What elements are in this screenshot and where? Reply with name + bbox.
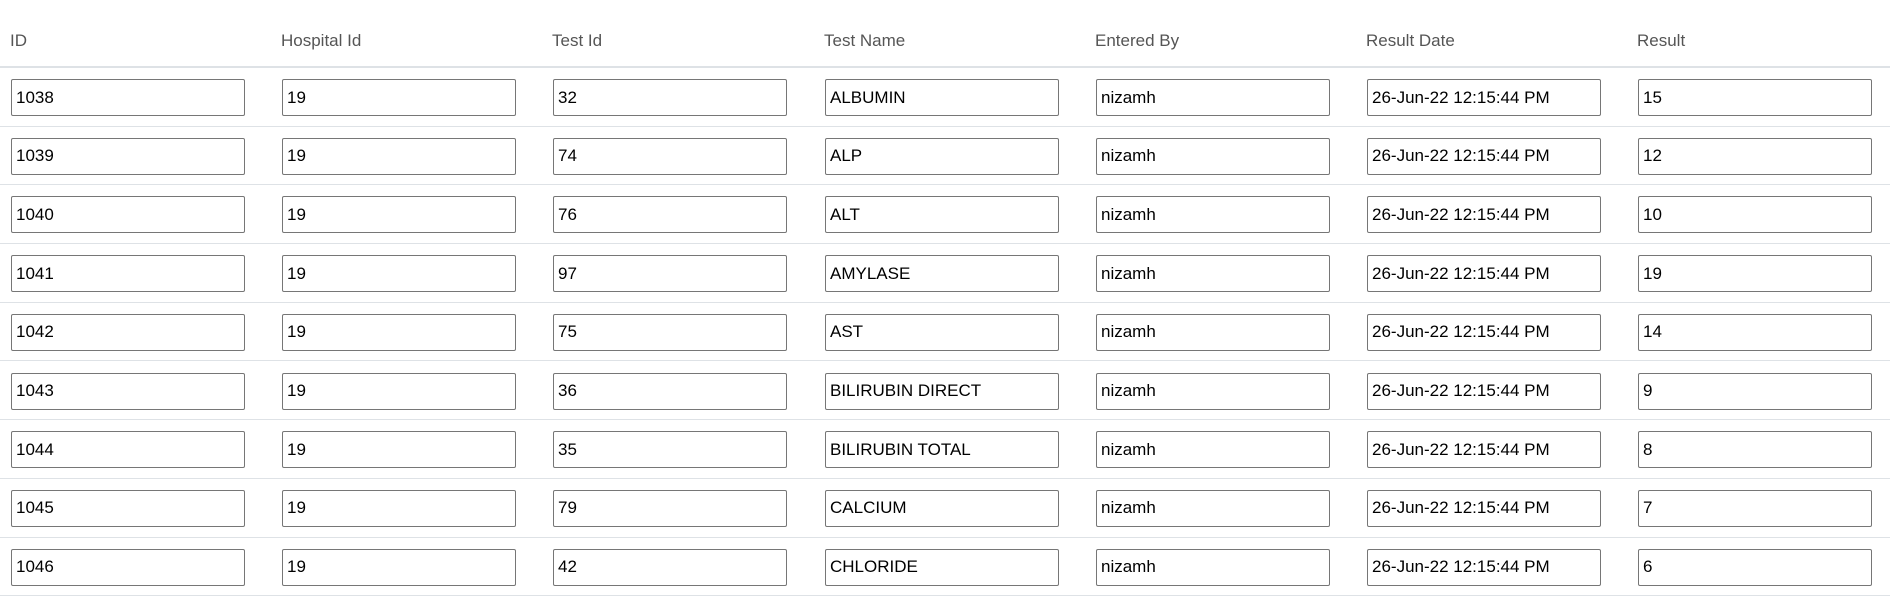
test-id-field[interactable] (553, 137, 787, 175)
hospital-id-field[interactable] (282, 196, 516, 234)
test-name-field[interactable] (825, 313, 1059, 351)
id-field[interactable] (11, 137, 245, 175)
test-name-field[interactable] (825, 137, 1059, 175)
id-field[interactable] (11, 372, 245, 410)
result-date-field[interactable] (1367, 372, 1601, 410)
test-name-field[interactable] (825, 489, 1059, 527)
table-row (0, 479, 1890, 538)
id-field[interactable] (11, 196, 245, 234)
result-field[interactable] (1638, 137, 1872, 175)
table-header: ID Hospital Id Test Id Test Name Entered… (0, 0, 1890, 68)
result-field[interactable] (1638, 548, 1872, 586)
result-date-field[interactable] (1367, 137, 1601, 175)
test-name-field[interactable] (825, 431, 1059, 469)
result-field[interactable] (1638, 196, 1872, 234)
result-date-field[interactable] (1367, 489, 1601, 527)
id-field[interactable] (11, 255, 245, 293)
test-id-field[interactable] (553, 255, 787, 293)
column-header-hospital-id: Hospital Id (281, 31, 362, 50)
test-id-field[interactable] (553, 196, 787, 234)
entered-by-field[interactable] (1096, 313, 1330, 351)
column-header-result: Result (1637, 31, 1686, 50)
id-field[interactable] (11, 489, 245, 527)
table-row (0, 362, 1890, 421)
hospital-id-field[interactable] (282, 137, 516, 175)
result-field[interactable] (1638, 489, 1872, 527)
id-field[interactable] (11, 79, 245, 116)
column-header-entered-by: Entered By (1095, 31, 1180, 50)
table-row (0, 244, 1890, 303)
test-id-field[interactable] (553, 313, 787, 351)
hospital-id-field[interactable] (282, 313, 516, 351)
result-date-field[interactable] (1367, 431, 1601, 469)
column-header-result-date: Result Date (1366, 31, 1455, 50)
result-field[interactable] (1638, 313, 1872, 351)
hospital-id-field[interactable] (282, 79, 516, 116)
result-date-field[interactable] (1367, 255, 1601, 293)
result-date-field[interactable] (1367, 196, 1601, 234)
column-header-id: ID (10, 31, 27, 50)
table-row (0, 303, 1890, 362)
table-row (0, 538, 1890, 597)
entered-by-field[interactable] (1096, 372, 1330, 410)
entered-by-field[interactable] (1096, 137, 1330, 175)
entered-by-field[interactable] (1096, 489, 1330, 527)
test-name-field[interactable] (825, 196, 1059, 234)
entered-by-field[interactable] (1096, 255, 1330, 293)
test-id-field[interactable] (553, 489, 787, 527)
column-header-test-name: Test Name (824, 31, 906, 50)
test-name-field[interactable] (825, 255, 1059, 293)
test-id-field[interactable] (553, 79, 787, 116)
hospital-id-field[interactable] (282, 431, 516, 469)
result-date-field[interactable] (1367, 548, 1601, 586)
result-field[interactable] (1638, 431, 1872, 469)
entered-by-field[interactable] (1096, 79, 1330, 116)
hospital-id-field[interactable] (282, 548, 516, 586)
id-field[interactable] (11, 313, 245, 351)
result-field[interactable] (1638, 255, 1872, 293)
test-id-field[interactable] (553, 548, 787, 586)
entered-by-field[interactable] (1096, 196, 1330, 234)
hospital-id-field[interactable] (282, 489, 516, 527)
id-field[interactable] (11, 431, 245, 469)
result-field[interactable] (1638, 79, 1872, 116)
result-date-field[interactable] (1367, 313, 1601, 351)
table-row (0, 420, 1890, 479)
test-name-field[interactable] (825, 79, 1059, 116)
result-date-field[interactable] (1367, 79, 1601, 116)
column-header-test-id: Test Id (552, 31, 603, 50)
hospital-id-field[interactable] (282, 372, 516, 410)
test-name-field[interactable] (825, 372, 1059, 410)
test-id-field[interactable] (553, 431, 787, 469)
table-row (0, 185, 1890, 245)
id-field[interactable] (11, 548, 245, 586)
hospital-id-field[interactable] (282, 255, 516, 293)
entered-by-field[interactable] (1096, 548, 1330, 586)
test-name-field[interactable] (825, 548, 1059, 586)
entered-by-field[interactable] (1096, 431, 1330, 469)
test-id-field[interactable] (553, 372, 787, 410)
table-row (0, 68, 1890, 127)
table-row (0, 127, 1890, 186)
result-field[interactable] (1638, 372, 1872, 410)
